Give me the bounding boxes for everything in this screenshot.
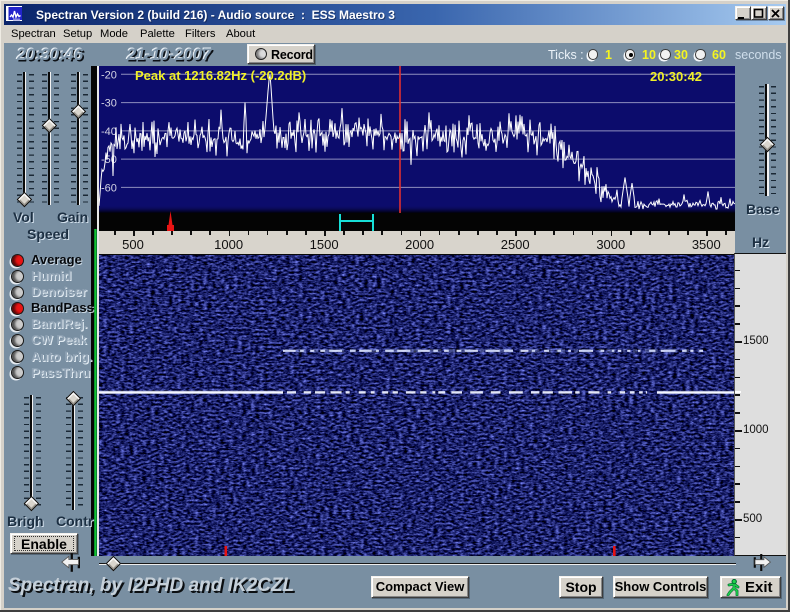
svg-text:-30: -30: [101, 98, 117, 110]
svg-text:-60: -60: [101, 182, 117, 194]
svg-text:-20: -20: [101, 69, 117, 81]
svg-text:Peak at 1216.82Hz (-20.2dB): Peak at 1216.82Hz (-20.2dB): [135, 68, 306, 83]
svg-text:-40: -40: [101, 126, 117, 138]
svg-text:-50: -50: [101, 154, 117, 166]
svg-text:20:30:42: 20:30:42: [650, 69, 702, 84]
